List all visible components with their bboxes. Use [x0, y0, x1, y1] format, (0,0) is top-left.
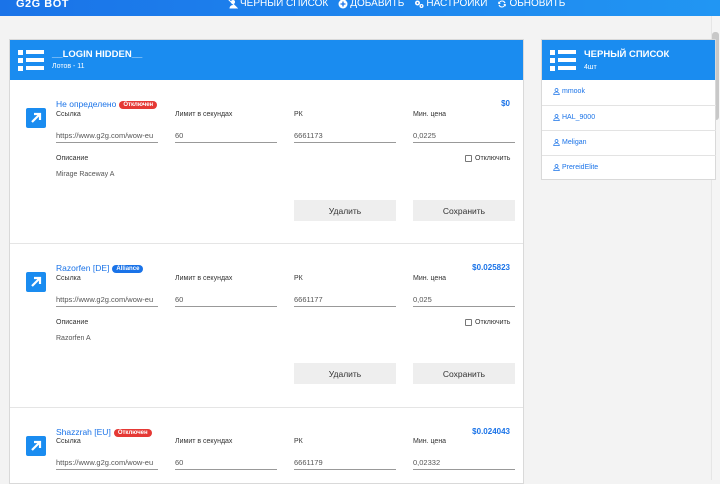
blacklist-item[interactable]: mmook: [542, 80, 716, 105]
nav-add[interactable]: ДОБАВИТЬ: [338, 0, 404, 9]
lot-name-link[interactable]: Не определено Отключен: [56, 99, 158, 109]
rk-input[interactable]: 6661179: [294, 453, 396, 470]
blacklist-count: 4шт: [584, 64, 597, 71]
lot-card: Не определено Отключен $0 Ссылка Лимит в …: [10, 80, 523, 244]
description-text[interactable]: Razorfen A: [56, 335, 91, 342]
lot-name: Razorfen [DE]: [56, 263, 110, 273]
lots-count: Лотов - 11: [52, 63, 85, 70]
rk-input[interactable]: 6661173: [294, 126, 396, 143]
disable-checkbox[interactable]: Отключить: [465, 155, 510, 162]
lot-price: $0: [501, 99, 510, 108]
limit-label: Лимит в секундах: [175, 111, 233, 118]
status-badge: Отключен: [119, 101, 158, 109]
refresh-icon: [498, 0, 507, 7]
blacklist-panel-header: ЧЕРНЫЙ СПИСОК 4шт: [542, 40, 715, 80]
description-label: Описание: [56, 155, 89, 162]
link-input[interactable]: https://www.g2g.com/wow-eu: [56, 126, 158, 143]
blacklist-item[interactable]: Meligan: [542, 130, 716, 155]
user-slash-icon: [228, 0, 238, 9]
nav-settings-label: НАСТРОЙКИ: [426, 0, 488, 9]
lot-price: $0.024043: [472, 427, 510, 436]
description-label: Описание: [56, 319, 89, 326]
min-price-label: Мин. цена: [413, 275, 447, 282]
top-navbar: G2G BOT ЧЕРНЫЙ СПИСОК ДОБАВИТЬ НАСТРОЙКИ…: [0, 0, 720, 16]
blacklist-item[interactable]: PrereidElite: [542, 155, 716, 180]
lot-card: Shazzrah [EU] Отключен $0.024043 Ссылка Л…: [10, 408, 523, 480]
top-nav: ЧЕРНЫЙ СПИСОК ДОБАВИТЬ НАСТРОЙКИ ОБНОВИТ…: [228, 0, 565, 9]
app-title[interactable]: G2G BOT: [16, 0, 69, 10]
limit-input[interactable]: 60: [175, 126, 277, 143]
plus-circle-icon: [338, 0, 348, 8]
user-icon: [553, 114, 560, 121]
link-label: Ссылка: [56, 438, 81, 445]
limit-input[interactable]: 60: [175, 453, 277, 470]
user-icon: [553, 164, 560, 171]
min-price-input[interactable]: 0,0225: [413, 126, 515, 143]
save-button[interactable]: Сохранить: [413, 363, 515, 384]
min-price-label: Мин. цена: [413, 438, 447, 445]
disable-label: Отключить: [475, 155, 511, 162]
lot-price: $0.025823: [472, 263, 510, 272]
delete-button[interactable]: Удалить: [294, 363, 396, 384]
rk-input[interactable]: 6661177: [294, 290, 396, 307]
checkbox-box[interactable]: [465, 155, 472, 162]
user-icon: [553, 139, 560, 146]
nav-blacklist-label: ЧЕРНЫЙ СПИСОК: [240, 0, 329, 9]
gears-icon: [415, 0, 424, 8]
nav-settings[interactable]: НАСТРОЙКИ: [414, 0, 487, 9]
nav-refresh[interactable]: ОБНОВИТЬ: [497, 0, 565, 9]
lot-name: Shazzrah [EU]: [56, 427, 111, 437]
link-input[interactable]: https://www.g2g.com/wow-eu: [56, 290, 158, 307]
list-icon: [550, 49, 576, 71]
disable-label: Отключить: [475, 319, 511, 326]
lots-panel-header: __LOGIN HIDDEN__ Лотов - 11: [10, 40, 523, 80]
external-link-icon[interactable]: [26, 108, 46, 128]
blacklist-username: HAL_9000: [562, 114, 596, 121]
rk-label: РК: [294, 275, 303, 282]
blacklist-panel-title: ЧЕРНЫЙ СПИСОК: [584, 49, 670, 60]
blacklist-panel: ЧЕРНЫЙ СПИСОК 4шт mmook HAL_9000 Meligan…: [541, 39, 716, 180]
checkbox-box[interactable]: [465, 319, 472, 326]
blacklist-username: Meligan: [562, 139, 587, 146]
nav-add-label: ДОБАВИТЬ: [350, 0, 405, 9]
nav-refresh-label: ОБНОВИТЬ: [509, 0, 566, 9]
min-price-input[interactable]: 0,025: [413, 290, 515, 307]
lot-name: Не определено: [56, 99, 117, 109]
link-label: Ссылка: [56, 111, 81, 118]
limit-label: Лимит в секундах: [175, 275, 233, 282]
description-text[interactable]: Mirage Raceway A: [56, 171, 114, 178]
lot-name-link[interactable]: Shazzrah [EU] Отключен: [56, 427, 152, 437]
faction-badge: Alliance: [112, 265, 144, 273]
rk-label: РК: [294, 111, 303, 118]
nav-blacklist[interactable]: ЧЕРНЫЙ СПИСОК: [228, 0, 328, 9]
min-price-input[interactable]: 0,02332: [413, 453, 515, 470]
link-input[interactable]: https://www.g2g.com/wow-eu: [56, 453, 158, 470]
blacklist-item[interactable]: HAL_9000: [542, 105, 716, 130]
limit-input[interactable]: 60: [175, 290, 277, 307]
external-link-icon[interactable]: [26, 272, 46, 292]
lots-panel-title: __LOGIN HIDDEN__: [52, 49, 143, 60]
user-icon: [553, 88, 560, 95]
blacklist-username: mmook: [562, 88, 585, 95]
lot-card: Razorfen [DE] Alliance $0.025823 Ссылка Л…: [10, 244, 523, 408]
lot-name-link[interactable]: Razorfen [DE] Alliance: [56, 263, 144, 273]
external-link-icon[interactable]: [26, 436, 46, 456]
list-icon: [18, 49, 44, 71]
min-price-label: Мин. цена: [413, 111, 447, 118]
link-label: Ссылка: [56, 275, 81, 282]
save-button[interactable]: Сохранить: [413, 200, 515, 221]
rk-label: РК: [294, 438, 303, 445]
limit-label: Лимит в секундах: [175, 438, 233, 445]
delete-button[interactable]: Удалить: [294, 200, 396, 221]
disable-checkbox[interactable]: Отключить: [465, 319, 510, 326]
status-badge: Отключен: [113, 429, 152, 437]
blacklist-username: PrereidElite: [562, 164, 599, 171]
